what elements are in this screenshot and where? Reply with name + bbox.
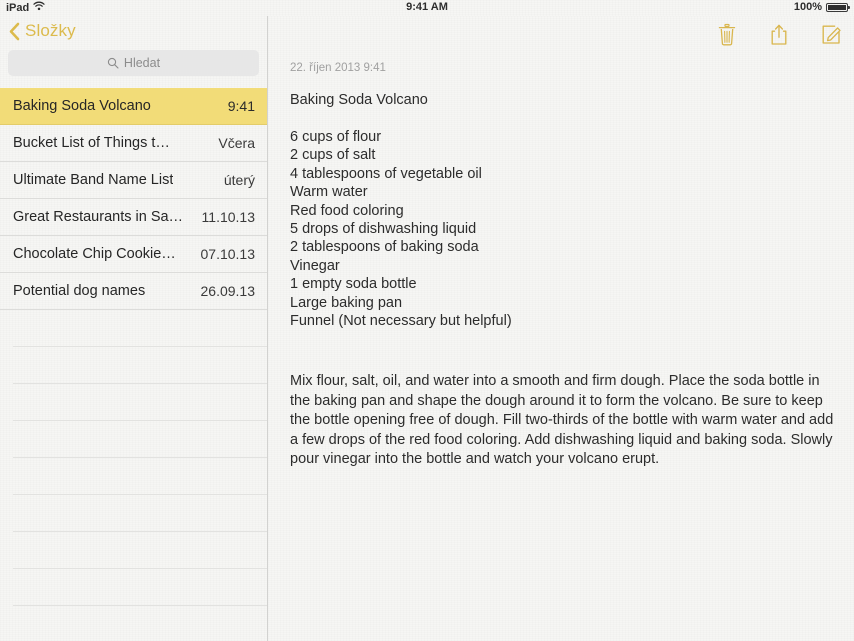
note-list-item-title: Bucket List of Things t… (13, 135, 170, 151)
ingredient-line: 2 tablespoons of baking soda (290, 239, 479, 256)
delete-note-button[interactable] (714, 20, 740, 50)
note-list-empty-row (13, 569, 267, 606)
note-instructions: Mix flour, salt, oil, and water into a s… (290, 373, 834, 468)
note-list: Baking Soda Volcano 9:41 Bucket List of Th… (0, 88, 267, 641)
note-list-item[interactable]: Ultimate Band Name List úterý (0, 162, 267, 199)
note-list-empty-row (13, 606, 267, 641)
note-list-item[interactable]: Potential dog names 26.09.13 (0, 273, 267, 310)
note-list-item-title: Baking Soda Volcano (13, 98, 151, 114)
note-list-item-title: Chocolate Chip Cookie… (13, 246, 176, 262)
note-list-item-date: 11.10.13 (201, 209, 255, 225)
search-icon (107, 57, 119, 69)
status-bar: iPad 9:41 AM 100% (0, 0, 854, 16)
note-list-item-title: Great Restaurants in Sa… (13, 209, 184, 225)
status-bar-right: 100% (793, 1, 850, 13)
share-icon (769, 23, 789, 47)
note-toolbar (268, 16, 854, 56)
sidebar-header: Složky (0, 16, 267, 50)
note-list-item-title: Ultimate Band Name List (13, 172, 174, 188)
note-list-item-date: 26.09.13 (200, 283, 256, 299)
compose-icon (820, 23, 842, 47)
share-note-button[interactable] (766, 20, 792, 50)
note-list-empty-row (13, 495, 267, 532)
ingredient-line: Warm water (290, 184, 368, 201)
note-detail-pane: 22. říjen 2013 9:41 Baking Soda Volcano … (268, 16, 854, 641)
battery-full-icon (826, 2, 850, 12)
search-placeholder: Hledat (123, 56, 161, 70)
chevron-left-icon (8, 22, 20, 41)
compose-note-button[interactable] (818, 20, 844, 50)
note-list-item-date: Včera (218, 135, 255, 151)
ingredient-line: Red food coloring (290, 202, 404, 219)
search-bar-container: Hledat (0, 50, 267, 80)
note-timestamp: 22. říjen 2013 9:41 (290, 62, 386, 74)
ingredient-line: 1 empty soda bottle (290, 276, 417, 293)
note-list-item[interactable]: Baking Soda Volcano 9:41 (0, 88, 267, 125)
note-list-sidebar: Složky Hledat Baking Soda Volcano 9:41 Buc… (0, 16, 268, 641)
trash-icon (717, 23, 737, 47)
note-content[interactable]: 22. říjen 2013 9:41 Baking Soda Volcano … (268, 56, 854, 470)
note-list-item-date: 07.10.13 (200, 246, 256, 262)
note-list-item[interactable]: Bucket List of Things t… Včera (0, 125, 267, 162)
note-list-item-title: Potential dog names (13, 283, 146, 299)
back-to-folders-button[interactable]: Složky (8, 21, 76, 41)
note-list-item-date: 9:41 (227, 98, 255, 114)
note-list-empty-row (13, 458, 267, 495)
note-list-empty-row (13, 384, 267, 421)
status-bar-clock: 9:41 AM (406, 1, 448, 13)
note-list-empty-row (13, 532, 267, 569)
notes-app-window: iPad 9:41 AM 100% Složky Hledat Baking S… (0, 0, 854, 641)
ingredient-line: 6 cups of flour (290, 129, 382, 145)
back-button-label: Složky (25, 21, 76, 40)
ingredient-line: Large baking pan (290, 294, 403, 311)
ingredient-line: Funnel (Not necessary but helpful) (290, 313, 512, 330)
ingredient-line: 5 drops of dishwashing liquid (290, 221, 477, 238)
note-list-item[interactable]: Great Restaurants in Sa… 11.10.13 (0, 199, 267, 236)
battery-percent-label: 100% (793, 1, 822, 13)
ingredient-list: 6 cups of flour 2 cups of salt 4 tablespoo… (290, 128, 834, 330)
ingredient-line: 2 cups of salt (290, 147, 376, 164)
note-list-empty-row (13, 421, 267, 458)
note-toolbar-actions (714, 20, 844, 50)
ingredient-line: 4 tablespoons of vegetable oil (290, 165, 482, 182)
note-list-empty-row (13, 347, 267, 384)
note-list-item[interactable]: Chocolate Chip Cookie… 07.10.13 (0, 236, 267, 273)
ingredient-line: Vinegar (290, 257, 340, 274)
note-heading: Baking Soda Volcano (290, 92, 428, 108)
search-input[interactable]: Hledat (8, 50, 259, 76)
note-list-item-date: úterý (223, 172, 255, 188)
note-list-empty-row (13, 310, 267, 347)
